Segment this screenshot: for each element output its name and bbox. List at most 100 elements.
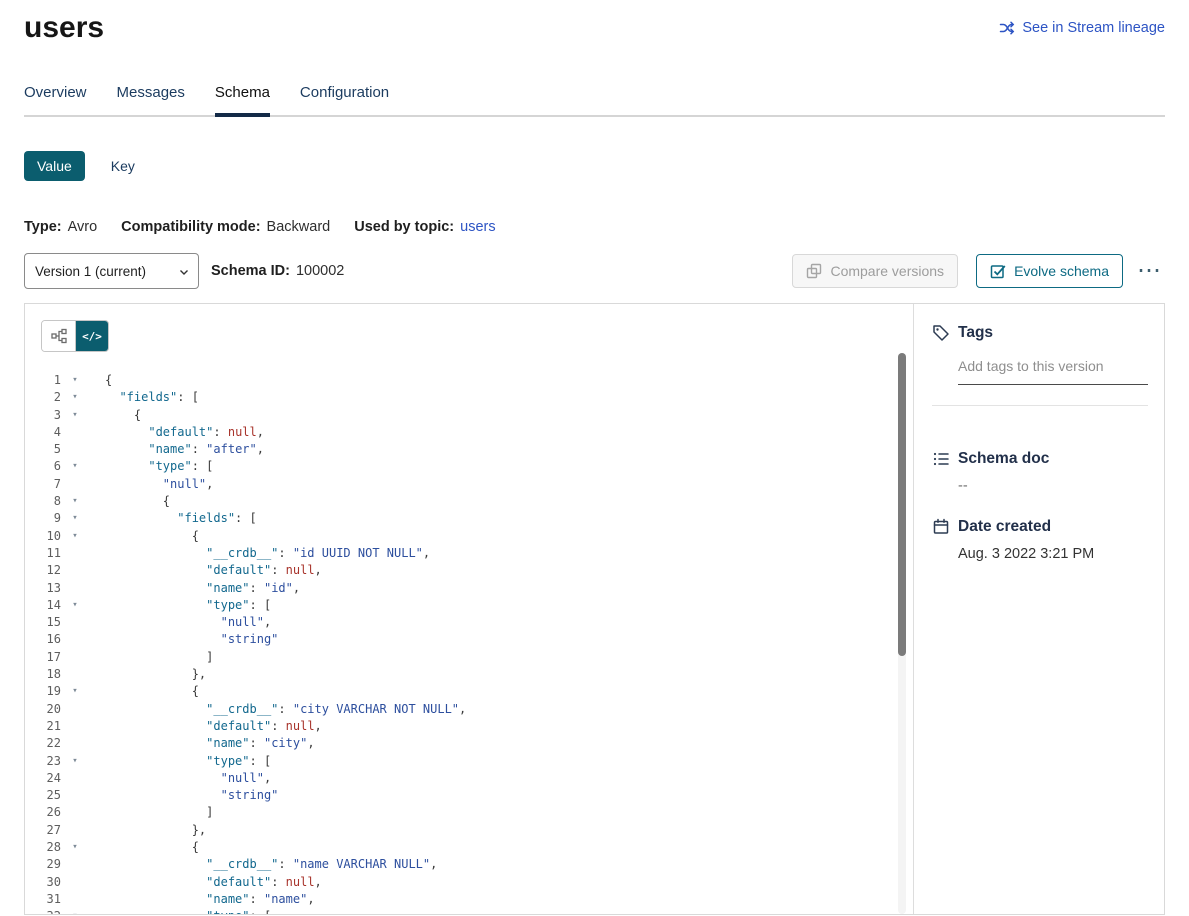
- code-line: 3▾ {: [25, 407, 913, 424]
- date-created-section: Date created Aug. 3 2022 3:21 PM: [932, 518, 1148, 562]
- line-number: 6: [25, 458, 61, 475]
- line-number: 21: [25, 718, 61, 735]
- calendar-icon: [932, 518, 950, 536]
- stream-lineage-link[interactable]: See in Stream lineage: [999, 20, 1165, 36]
- date-created-value: Aug. 3 2022 3:21 PM: [958, 546, 1148, 562]
- code-text: "__crdb__": "name VARCHAR NULL",: [105, 856, 437, 873]
- code-text: "type": [: [105, 458, 213, 475]
- edit-check-icon: [990, 263, 1006, 279]
- code-text: "type": [: [105, 908, 271, 914]
- schema-doc-value: --: [958, 478, 1148, 494]
- code-line: 5 "name": "after",: [25, 441, 913, 458]
- collapse-caret-icon[interactable]: ▾: [69, 597, 81, 614]
- line-number: 8: [25, 493, 61, 510]
- schema-part-toggle: Value Key: [24, 151, 1165, 181]
- collapse-caret-icon[interactable]: ▾: [69, 389, 81, 406]
- line-number: 7: [25, 476, 61, 493]
- schema-doc-heading: Schema doc: [932, 450, 1148, 468]
- caret-spacer: [69, 735, 81, 752]
- line-number: 29: [25, 856, 61, 873]
- value-toggle-button[interactable]: Value: [24, 151, 85, 181]
- line-number: 17: [25, 649, 61, 666]
- code-text: ]: [105, 804, 213, 821]
- collapse-caret-icon[interactable]: ▾: [69, 407, 81, 424]
- line-number: 20: [25, 701, 61, 718]
- collapse-caret-icon[interactable]: ▾: [69, 753, 81, 770]
- collapse-caret-icon[interactable]: ▾: [69, 839, 81, 856]
- caret-spacer: [69, 701, 81, 718]
- line-number: 19: [25, 683, 61, 700]
- collapse-caret-icon[interactable]: ▾: [69, 528, 81, 545]
- collapse-caret-icon[interactable]: ▾: [69, 510, 81, 527]
- code-line: 8▾ {: [25, 493, 913, 510]
- schema-toolbar: Version 1 (current) Schema ID: 100002 Co…: [24, 253, 1165, 289]
- schema-doc-section: Schema doc --: [932, 450, 1148, 494]
- code-text: "string": [105, 631, 278, 648]
- tab-schema[interactable]: Schema: [215, 84, 270, 117]
- tab-overview[interactable]: Overview: [24, 84, 87, 117]
- caret-spacer: [69, 631, 81, 648]
- code-line: 31 "name": "name",: [25, 891, 913, 908]
- topic-link[interactable]: users: [460, 219, 495, 235]
- code-line: 23▾ "type": [: [25, 753, 913, 770]
- code-view-icon: </>: [82, 330, 102, 343]
- compare-versions-label: Compare versions: [830, 263, 944, 279]
- page-title: users: [24, 8, 104, 48]
- tabs: Overview Messages Schema Configuration: [24, 84, 1165, 117]
- code-line: 17 ]: [25, 649, 913, 666]
- collapse-caret-icon[interactable]: ▾: [69, 683, 81, 700]
- stream-lineage-label: See in Stream lineage: [1022, 20, 1165, 36]
- line-number: 30: [25, 874, 61, 891]
- code-line: 7 "null",: [25, 476, 913, 493]
- code-scrollbar-track[interactable]: [898, 353, 906, 914]
- page-header: users See in Stream lineage: [24, 8, 1165, 48]
- line-number: 31: [25, 891, 61, 908]
- key-toggle-button[interactable]: Key: [105, 157, 141, 175]
- version-select[interactable]: Version 1 (current): [24, 253, 199, 289]
- code-line: 30 "default": null,: [25, 874, 913, 891]
- schema-sidebar: Tags Schema doc: [914, 304, 1164, 914]
- line-number: 18: [25, 666, 61, 683]
- more-options-button[interactable]: ⋯: [1133, 261, 1165, 281]
- caret-spacer: [69, 580, 81, 597]
- code-text: "default": null,: [105, 718, 322, 735]
- code-text: "default": null,: [105, 424, 264, 441]
- line-number: 9: [25, 510, 61, 527]
- schema-id-label: Schema ID:: [211, 263, 290, 279]
- collapse-caret-icon[interactable]: ▾: [69, 458, 81, 475]
- code-scrollbar-thumb[interactable]: [898, 353, 906, 656]
- line-number: 14: [25, 597, 61, 614]
- code-text: "__crdb__": "id UUID NOT NULL",: [105, 545, 430, 562]
- tab-configuration[interactable]: Configuration: [300, 84, 389, 117]
- caret-spacer: [69, 874, 81, 891]
- compare-versions-button[interactable]: Compare versions: [792, 254, 958, 288]
- collapse-caret-icon[interactable]: ▾: [69, 908, 81, 914]
- line-number: 2: [25, 389, 61, 406]
- sidebar-divider: [932, 405, 1148, 406]
- caret-spacer: [69, 804, 81, 821]
- compatibility-label: Compatibility mode:: [121, 219, 260, 235]
- code-line: 32▾ "type": [: [25, 908, 913, 914]
- code-text: "fields": [: [105, 389, 199, 406]
- compatibility-value: Backward: [267, 219, 331, 235]
- caret-spacer: [69, 424, 81, 441]
- code-line: 28▾ {: [25, 839, 913, 856]
- used-by-topic-label: Used by topic:: [354, 219, 454, 235]
- schema-doc-title: Schema doc: [958, 450, 1049, 468]
- type-label: Type:: [24, 219, 62, 235]
- view-mode-toggle: </>: [41, 320, 109, 352]
- code-line: 6 ▾ "type": [: [25, 458, 913, 475]
- collapse-caret-icon[interactable]: ▾: [69, 493, 81, 510]
- caret-spacer: [69, 718, 81, 735]
- code-text: "default": null,: [105, 874, 322, 891]
- caret-spacer: [69, 441, 81, 458]
- code-view-button[interactable]: </>: [75, 321, 108, 351]
- collapse-caret-icon[interactable]: ▾: [69, 372, 81, 389]
- code-line: 4 "default": null,: [25, 424, 913, 441]
- line-number: 26: [25, 804, 61, 821]
- evolve-schema-button[interactable]: Evolve schema: [976, 254, 1123, 288]
- tree-view-button[interactable]: [42, 321, 75, 351]
- line-number: 12: [25, 562, 61, 579]
- add-tags-input[interactable]: [958, 358, 1148, 385]
- tab-messages[interactable]: Messages: [117, 84, 185, 117]
